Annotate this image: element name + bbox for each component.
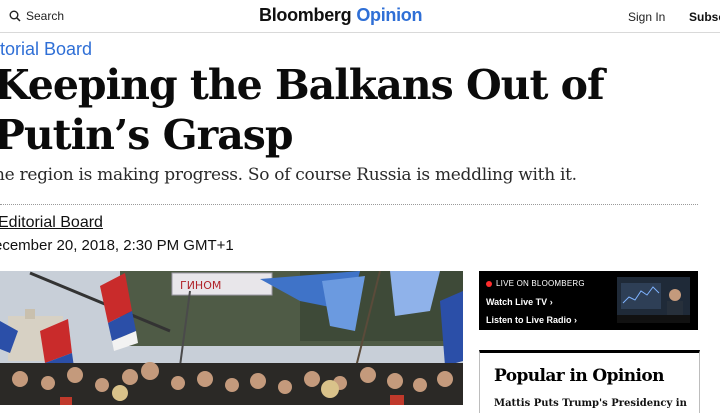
top-navigation-bar: Search BloombergOpinion Sign In Subsc: [0, 0, 720, 33]
publish-date: ecember 20, 2018, 2:30 PM GMT+1: [0, 237, 234, 254]
article-dek: he region is making progress. So of cour…: [0, 165, 577, 185]
watch-live-tv-label: Watch Live TV: [486, 297, 548, 307]
live-tv-thumbnail[interactable]: [617, 277, 690, 323]
popular-title: Popular in Opinion: [494, 366, 664, 386]
live-dot-icon: [486, 280, 492, 287]
popular-list-item[interactable]: Mattis Puts Trump's Presidency in: [494, 398, 687, 409]
logo-brand: Bloomberg: [259, 5, 352, 25]
popular-in-opinion-module: Popular in Opinion Mattis Puts Trump's P…: [479, 350, 700, 413]
chevron-right-icon: ›: [574, 315, 578, 325]
hero-photo: ГИНОМ: [0, 271, 463, 405]
listen-live-radio-link[interactable]: Listen to Live Radio ›: [486, 315, 577, 325]
live-label: LIVE ON BLOOMBERG: [486, 279, 585, 288]
subscribe-link[interactable]: Subsc: [689, 10, 720, 24]
search-label: Search: [26, 9, 65, 23]
search-button[interactable]: Search: [9, 9, 64, 23]
search-icon: [9, 10, 21, 22]
listen-live-radio-label: Listen to Live Radio: [486, 315, 572, 325]
byline-author-link[interactable]: Editorial Board: [0, 214, 103, 232]
chevron-right-icon: ›: [549, 297, 553, 307]
live-label-text: LIVE ON BLOOMBERG: [496, 279, 585, 288]
section-kicker-link[interactable]: litorial Board: [0, 39, 92, 60]
photo-banner-text: ГИНОМ: [180, 279, 221, 292]
bloomberg-opinion-logo[interactable]: Bloomberg Opinion: [259, 5, 423, 26]
watch-live-tv-link[interactable]: Watch Live TV ›: [486, 297, 553, 307]
sign-in-link[interactable]: Sign In: [628, 10, 665, 24]
article-headline: Keeping the Balkans Out of Putin’s Grasp: [0, 61, 605, 159]
logo-section: Opinion: [356, 5, 423, 25]
live-on-bloomberg-module: LIVE ON BLOOMBERG Watch Live TV › Listen…: [479, 271, 698, 330]
divider: [0, 204, 698, 205]
